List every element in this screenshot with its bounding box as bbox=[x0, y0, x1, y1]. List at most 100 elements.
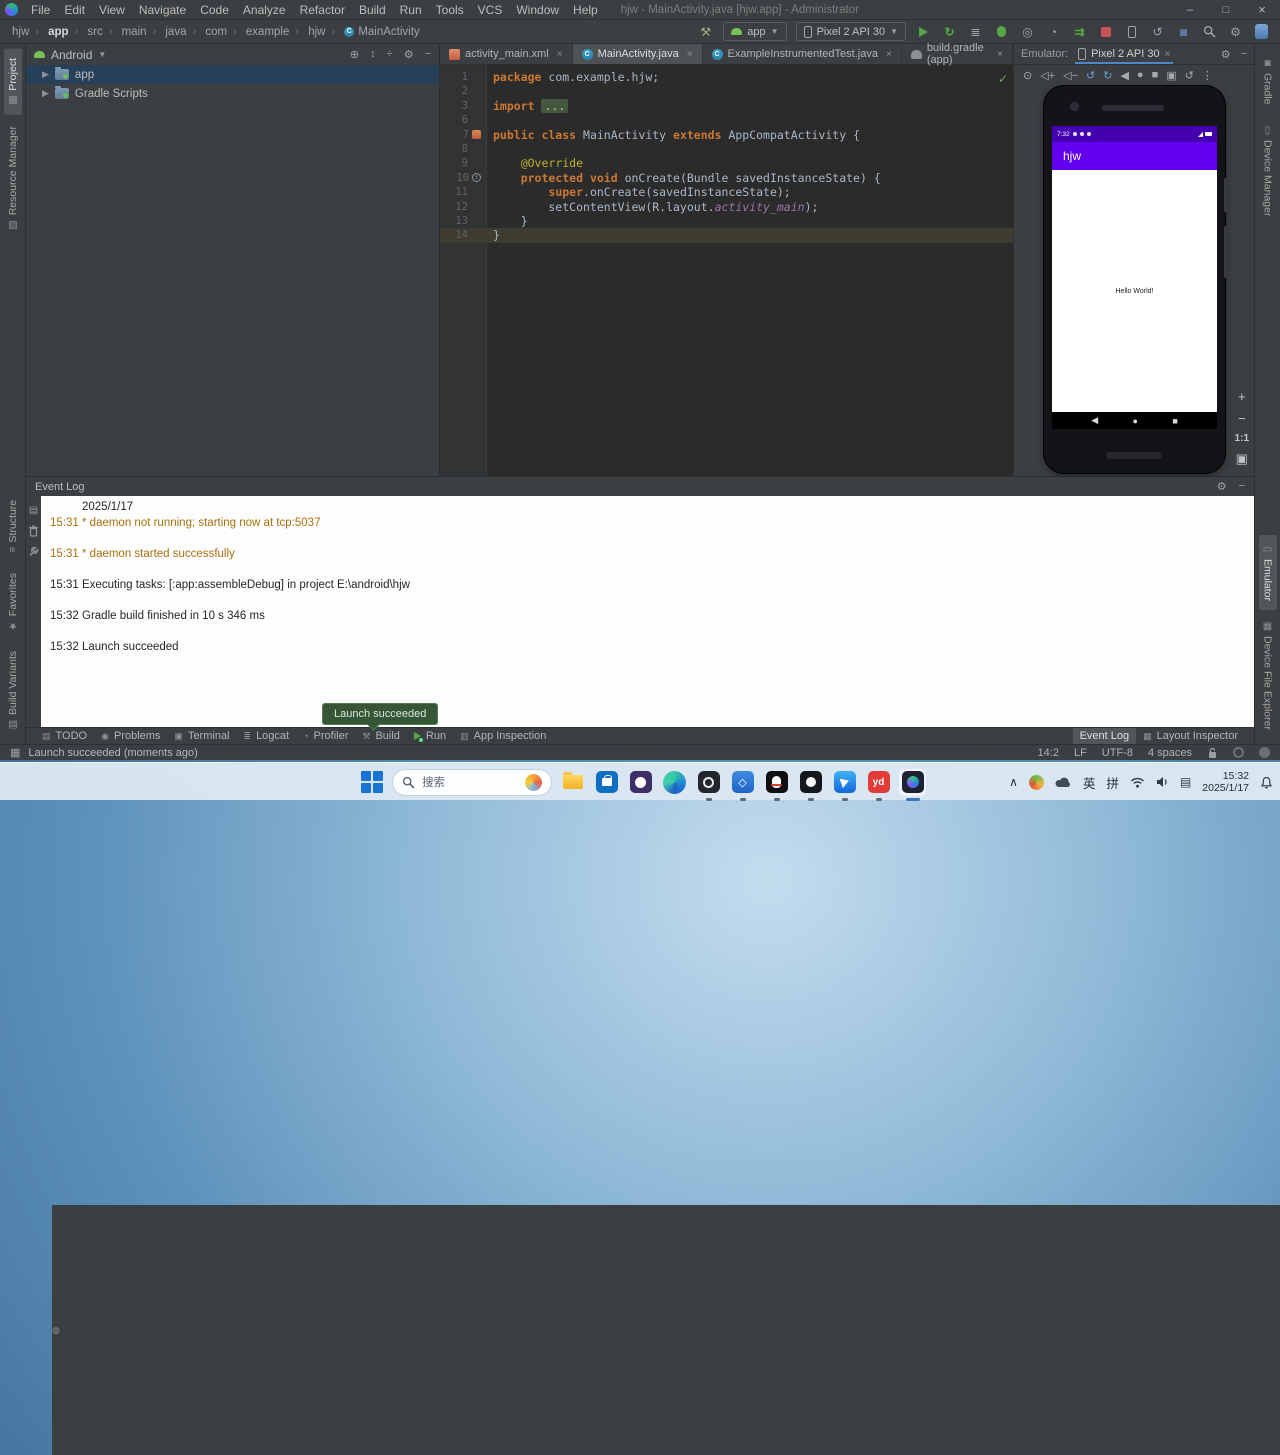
profile-icon[interactable]: ◔ bbox=[1045, 23, 1062, 40]
screenshot-icon[interactable]: ▣ bbox=[1166, 69, 1176, 82]
menu-item[interactable]: Window bbox=[509, 2, 566, 18]
sdk-manager-icon[interactable]: ◙ bbox=[1175, 23, 1192, 40]
tool-stripe-tab[interactable]: ▨ Resource Manager bbox=[4, 117, 22, 239]
power-icon[interactable]: ⊙ bbox=[1023, 69, 1032, 82]
rotate-right-icon[interactable]: ↻ bbox=[1103, 69, 1112, 82]
menu-item[interactable]: Navigate bbox=[132, 2, 193, 18]
editor-tab[interactable]: MainActivity.java × bbox=[573, 44, 703, 64]
qq-icon[interactable] bbox=[763, 769, 790, 796]
event-log-content[interactable]: 2025/1/17 15:31 * daemon not running; st… bbox=[41, 496, 1254, 727]
close-tab-icon[interactable]: × bbox=[886, 49, 892, 60]
tool-stripe-tab[interactable]: ▤ Build Variants bbox=[4, 642, 22, 739]
back-icon[interactable]: ◀ bbox=[1120, 69, 1128, 82]
stop-icon[interactable] bbox=[1097, 23, 1114, 40]
more-icon[interactable]: ⋮ bbox=[1202, 69, 1213, 82]
tool-window-button[interactable]: Terminal bbox=[167, 728, 236, 744]
device-manager-icon[interactable] bbox=[1123, 23, 1140, 40]
override-gutter-icon[interactable] bbox=[472, 173, 481, 182]
code-line[interactable]: 1package com.example.hjw; bbox=[440, 70, 1013, 84]
start-button[interactable] bbox=[358, 769, 385, 796]
menu-item[interactable]: Refactor bbox=[293, 2, 352, 18]
nav-overview-icon[interactable]: ■ bbox=[1172, 416, 1177, 426]
touch-keyboard-icon[interactable]: ▤ bbox=[1180, 775, 1191, 789]
code-line[interactable]: 9 @Override bbox=[440, 156, 1013, 170]
github-desktop-icon[interactable] bbox=[627, 769, 654, 796]
tool-stripe-tab[interactable]: ◙ Gradle bbox=[1259, 49, 1277, 114]
chevron-right-icon[interactable]: ▶ bbox=[42, 69, 49, 80]
code-line[interactable]: 14} bbox=[440, 228, 1013, 242]
breadcrumb-item[interactable]: example bbox=[229, 26, 291, 38]
maximize-button[interactable] bbox=[1208, 0, 1244, 19]
menu-item[interactable]: Edit bbox=[57, 2, 92, 18]
project-tree-row[interactable]: ▶ Gradle Scripts bbox=[26, 84, 439, 103]
write-lock-icon[interactable] bbox=[1207, 747, 1218, 759]
indent-setting[interactable]: 4 spaces bbox=[1148, 747, 1192, 759]
notifications-icon[interactable] bbox=[1259, 747, 1270, 758]
sync-gradle-icon[interactable]: ↺ bbox=[1149, 23, 1166, 40]
debug-icon[interactable] bbox=[993, 23, 1010, 40]
breadcrumb-item[interactable]: app bbox=[31, 26, 70, 38]
profile-avatar-icon[interactable] bbox=[1253, 23, 1270, 40]
close-tab-icon[interactable]: × bbox=[557, 49, 563, 60]
soft-wrap-icon[interactable]: ▤ bbox=[29, 505, 38, 516]
nav-home-icon[interactable]: ● bbox=[1133, 416, 1138, 426]
snapshots-icon[interactable]: ↺ bbox=[1185, 69, 1194, 82]
breadcrumb-item[interactable]: MainActivity bbox=[327, 26, 421, 38]
nav-back-icon[interactable]: ◀ bbox=[1091, 415, 1098, 426]
settings-gear-icon[interactable]: ⚙ bbox=[1227, 23, 1244, 40]
editor-tab[interactable]: activity_main.xml × bbox=[440, 44, 573, 64]
project-tree-row[interactable]: ▶ app bbox=[26, 65, 439, 84]
minimize-button[interactable] bbox=[1172, 0, 1208, 19]
hide-panel-icon[interactable]: − bbox=[1239, 480, 1245, 493]
menu-item[interactable]: View bbox=[92, 2, 132, 18]
taskbar-clock[interactable]: 15:32 2025/1/17 bbox=[1202, 770, 1249, 794]
tool-stripe-tab[interactable]: ▦ Project bbox=[4, 49, 22, 115]
run-icon[interactable] bbox=[915, 23, 932, 40]
android-studio-taskbar-icon[interactable] bbox=[899, 769, 926, 796]
home-icon[interactable]: ● bbox=[1137, 69, 1144, 81]
build-hammer-icon[interactable]: ⚒ bbox=[697, 23, 714, 40]
close-tab-icon[interactable]: × bbox=[1165, 49, 1171, 60]
ime-pinyin-indicator[interactable]: 拼 bbox=[1106, 773, 1119, 792]
tool-window-button[interactable]: App Inspection bbox=[453, 728, 553, 744]
menu-item[interactable]: Code bbox=[193, 2, 236, 18]
github-icon[interactable] bbox=[797, 769, 824, 796]
editor-tab[interactable]: build.gradle (app) × bbox=[902, 44, 1013, 64]
phone-screen[interactable]: 7:32 hjw Hello World! ◀ ● bbox=[1052, 126, 1217, 429]
zoom-out-button[interactable]: − bbox=[1238, 411, 1246, 426]
clear-log-icon[interactable] bbox=[28, 525, 39, 537]
collapse-all-icon[interactable]: ÷ bbox=[387, 48, 393, 61]
menu-item[interactable]: Analyze bbox=[236, 2, 293, 18]
code-line[interactable]: 10 protected void onCreate(Bundle savedI… bbox=[440, 171, 1013, 185]
zoom-in-button[interactable]: + bbox=[1238, 389, 1246, 404]
run-configuration-select[interactable]: app▼ bbox=[723, 22, 786, 41]
edge-browser-icon[interactable] bbox=[661, 769, 688, 796]
lens-app-icon[interactable] bbox=[695, 769, 722, 796]
tool-window-button[interactable]: Build bbox=[355, 728, 407, 744]
tool-window-button[interactable]: Profiler bbox=[296, 728, 355, 744]
chevron-right-icon[interactable]: ▶ bbox=[42, 88, 49, 99]
search-everywhere-icon[interactable] bbox=[1201, 23, 1218, 40]
file-explorer-icon[interactable] bbox=[559, 769, 586, 796]
code-line[interactable]: 3import ... bbox=[440, 99, 1013, 113]
log-settings-wrench-icon[interactable] bbox=[28, 546, 39, 557]
taskbar-search-input[interactable]: 搜索 bbox=[392, 769, 552, 796]
menu-item[interactable]: Run bbox=[393, 2, 429, 18]
overview-icon[interactable]: ■ bbox=[1152, 69, 1159, 81]
rerun-icon[interactable]: ⇉ bbox=[1071, 23, 1088, 40]
tool-stripe-tab[interactable]: ▯ Device Manager bbox=[1259, 116, 1277, 225]
menu-item[interactable]: File bbox=[24, 2, 57, 18]
file-encoding[interactable]: UTF-8 bbox=[1102, 747, 1133, 759]
locate-file-icon[interactable]: ⊕ bbox=[350, 48, 359, 61]
apply-changes-icon[interactable]: ↻ bbox=[941, 23, 958, 40]
close-tab-icon[interactable]: × bbox=[997, 49, 1003, 60]
attach-debugger-icon[interactable]: ◎ bbox=[1019, 23, 1036, 40]
code-line[interactable]: 11 super.onCreate(savedInstanceState); bbox=[440, 185, 1013, 199]
cloud-sync-icon[interactable] bbox=[1055, 777, 1072, 788]
code-line[interactable]: 7public class MainActivity extends AppCo… bbox=[440, 128, 1013, 142]
notification-bell-icon[interactable] bbox=[1260, 776, 1273, 789]
tool-window-button[interactable]: Run bbox=[407, 728, 453, 744]
zoom-reset-button[interactable]: 1:1 bbox=[1235, 433, 1249, 444]
highlighting-level-icon[interactable] bbox=[1233, 747, 1244, 758]
apply-code-changes-icon[interactable]: ≣ bbox=[967, 23, 984, 40]
